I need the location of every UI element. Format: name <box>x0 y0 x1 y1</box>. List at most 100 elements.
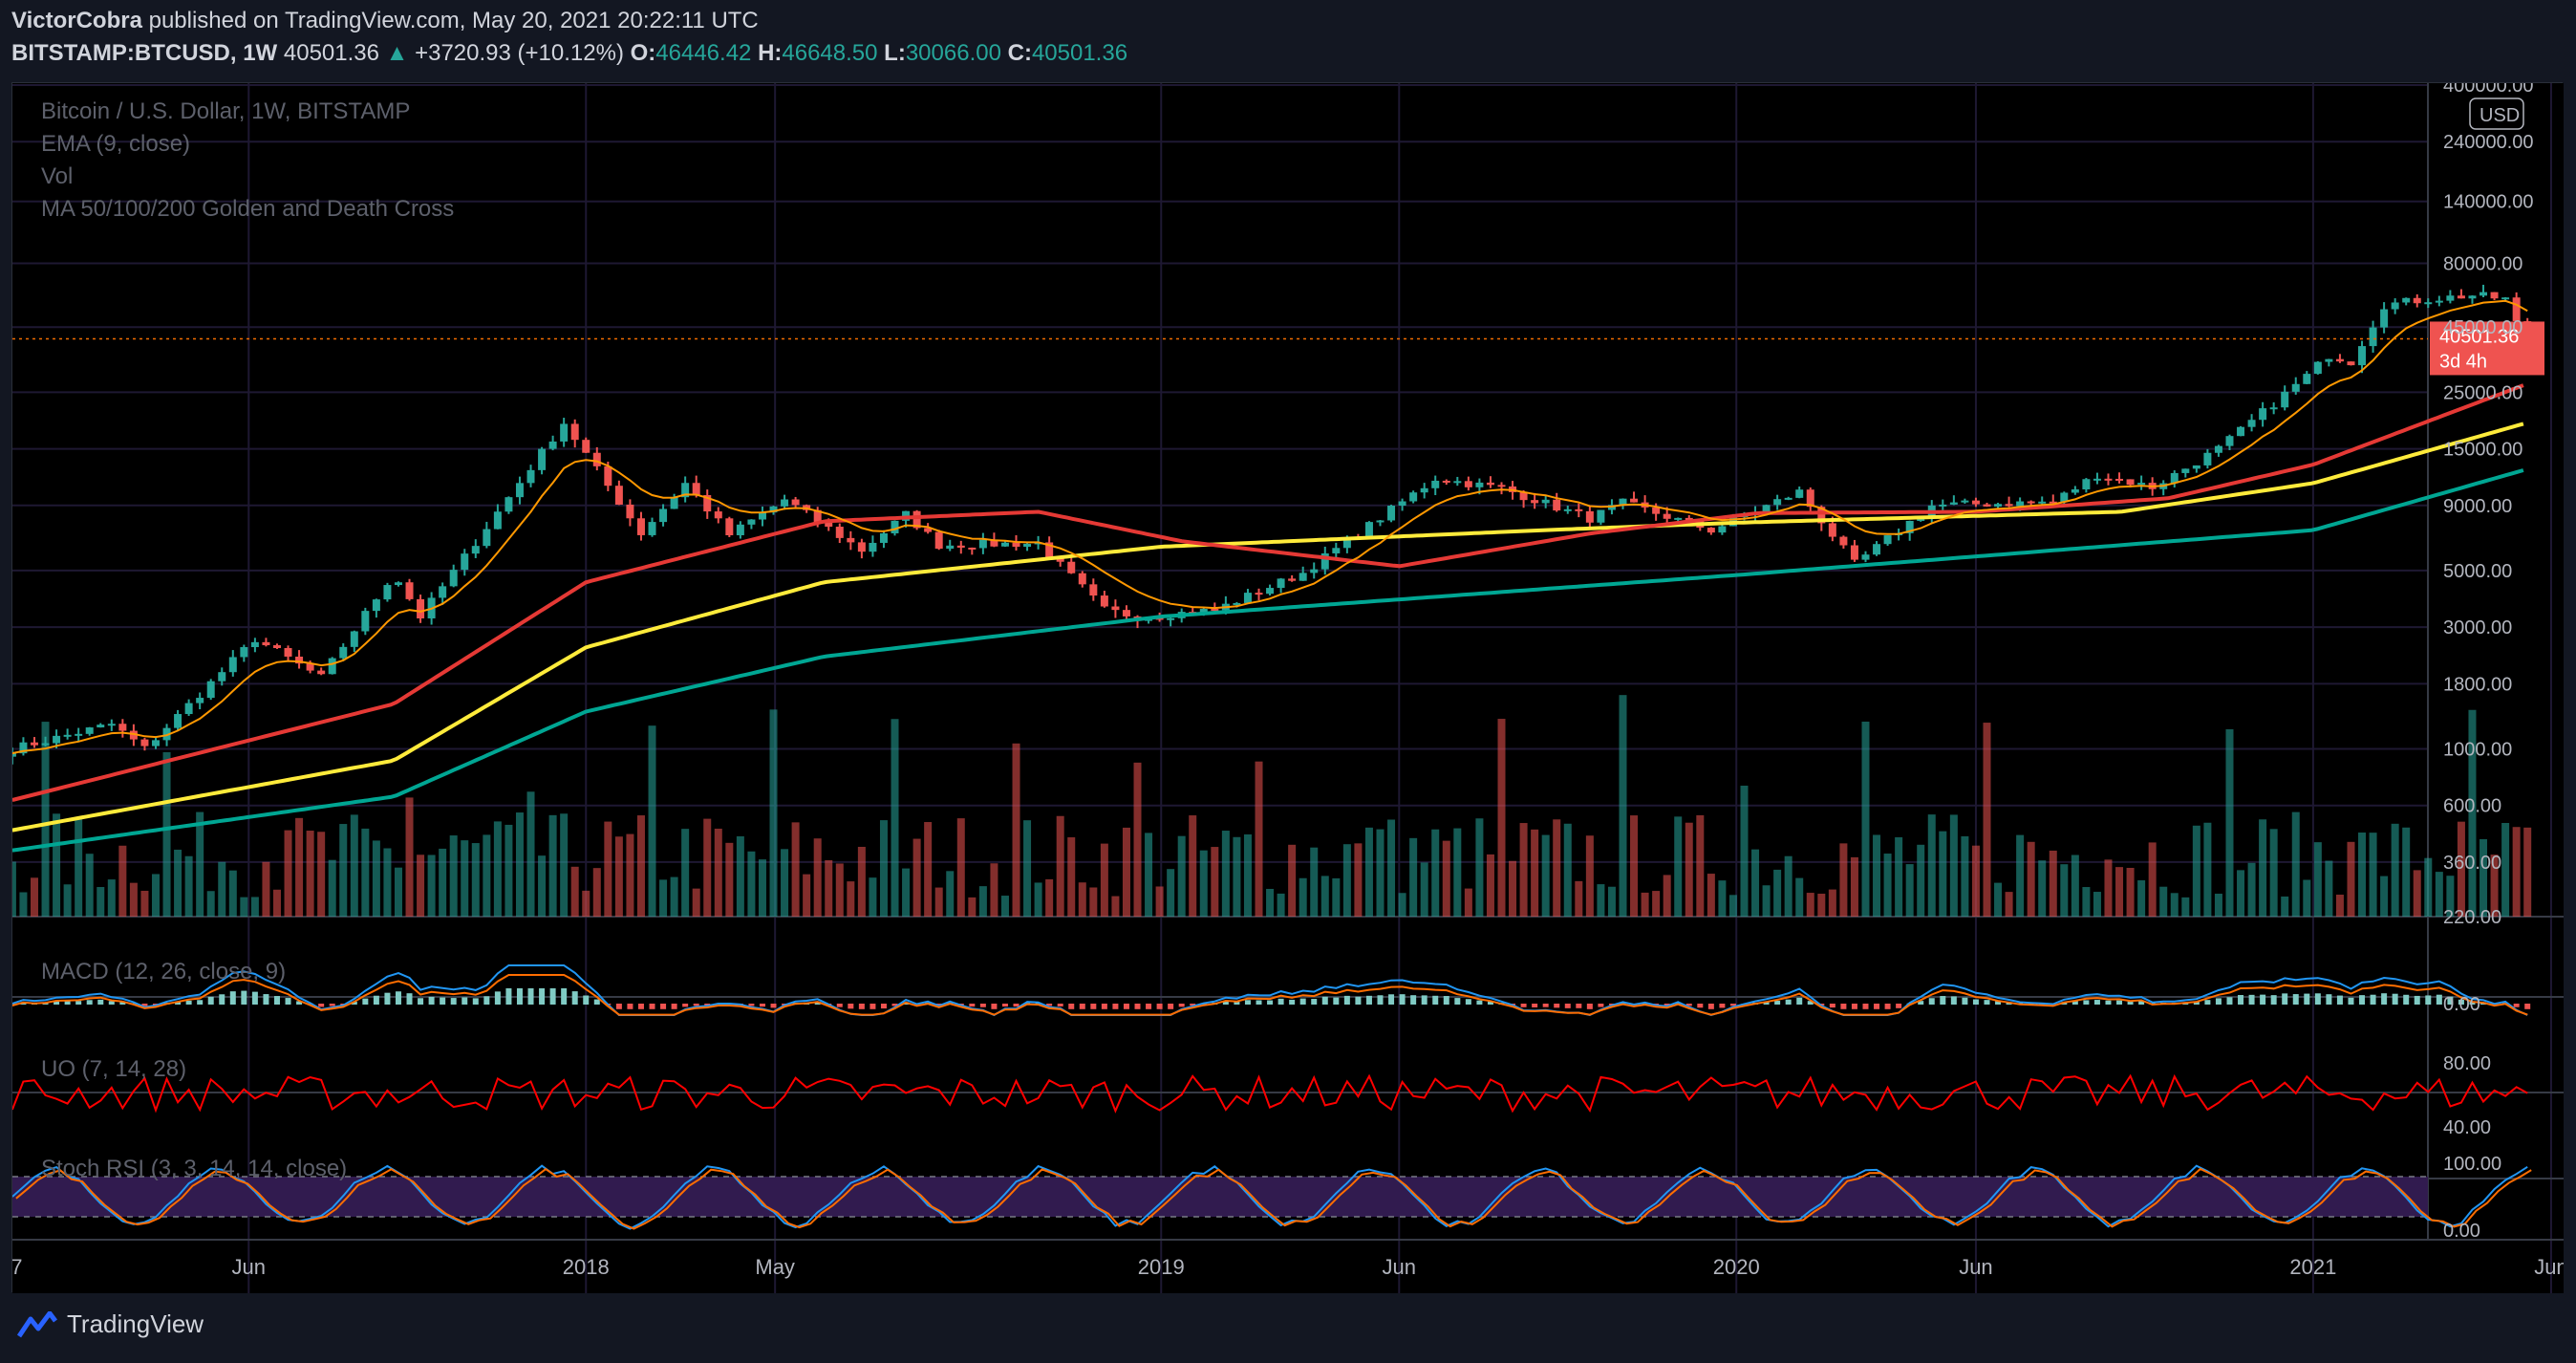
volume-bar <box>2247 862 2256 917</box>
macd-histogram-bar <box>241 990 247 1005</box>
candle-body <box>1553 499 1561 511</box>
volume-bar <box>2170 893 2179 917</box>
stoch-rsi-legend[interactable]: Stoch RSI (3, 3, 14, 14, close) <box>41 1156 347 1182</box>
macd-histogram-bar <box>615 1004 622 1009</box>
candle-body <box>1277 578 1285 589</box>
macd-histogram-bar <box>1057 1004 1063 1006</box>
macd-histogram-bar <box>2381 993 2388 1005</box>
candle-body <box>659 508 668 523</box>
volume-bar <box>2369 833 2377 917</box>
volume-bar <box>2148 842 2157 917</box>
macd-histogram-bar <box>858 1004 865 1009</box>
candle-body <box>284 648 292 657</box>
volume-bar <box>1630 815 1639 917</box>
volume-bar <box>912 838 921 917</box>
candle-body <box>1773 499 1782 506</box>
uo-legend[interactable]: UO (7, 14, 28) <box>41 1056 186 1083</box>
macd-histogram-bar <box>373 995 379 1005</box>
volume-bar <box>2413 870 2421 917</box>
vol-legend[interactable]: Vol <box>41 163 73 190</box>
price-tick-label: 240000.00 <box>2443 132 2534 153</box>
price-tick-label: 220.00 <box>2443 907 2501 928</box>
candle-body <box>1597 509 1605 523</box>
macd-histogram-bar <box>671 1004 677 1009</box>
candle-body <box>2291 383 2300 392</box>
volume-bar <box>946 871 955 917</box>
volume-bar <box>1817 894 1826 917</box>
symbol: BITSTAMP:BTCUSD, 1W <box>11 40 278 66</box>
volume-bar <box>1310 847 1319 917</box>
macd-histogram-bar <box>207 996 214 1005</box>
author[interactable]: VictorCobra <box>11 8 142 33</box>
volume-bar <box>1531 829 1539 917</box>
volume-bar <box>1431 829 1440 917</box>
candle-body <box>2137 483 2146 486</box>
candle-body <box>1531 500 1539 504</box>
volume-bar <box>879 820 888 917</box>
macd-histogram-bar <box>362 998 369 1005</box>
macd-histogram-bar <box>1554 1004 1560 1008</box>
candle-body <box>2501 297 2510 300</box>
volume-bar <box>891 719 899 917</box>
macd-histogram-bar <box>2204 1000 2211 1005</box>
volume-bar <box>1364 827 1373 917</box>
volume-bar <box>2523 827 2532 917</box>
volume-bar <box>1949 814 1958 917</box>
volume-bar <box>1773 869 1782 917</box>
volume-bar <box>1111 896 1120 917</box>
volume-bar <box>2291 811 2300 917</box>
volume-bar <box>53 813 61 917</box>
candle-body <box>714 511 722 519</box>
candle-body <box>1475 482 1484 487</box>
volume-bar <box>1541 834 1550 917</box>
candle-body <box>140 739 149 746</box>
candle-body <box>1994 504 2003 507</box>
candle-body <box>184 703 193 715</box>
candle-body <box>1939 504 1947 507</box>
ma-cross-legend[interactable]: MA 50/100/200 Golden and Death Cross <box>41 196 454 223</box>
candle-body <box>2126 479 2135 486</box>
volume-bar <box>978 886 987 917</box>
macd-histogram-bar <box>527 988 534 1005</box>
volume-bar <box>692 888 700 917</box>
volume-bar <box>2479 838 2488 917</box>
volume-bar <box>1453 828 1462 917</box>
macd-legend[interactable]: MACD (12, 26, close, 9) <box>41 959 286 985</box>
volume-bar <box>1376 829 1385 917</box>
volume-bar <box>1299 877 1307 917</box>
chart-panel[interactable]: 40501.36 3d 4h 400000.00 240000.00 140000.00… <box>11 82 2564 1293</box>
macd-histogram-bar <box>1365 995 1372 1005</box>
ema-legend[interactable]: EMA (9, close) <box>41 131 190 158</box>
candle-body <box>747 519 756 525</box>
volume-bar <box>12 861 16 917</box>
macd-histogram-bar <box>1410 995 1417 1005</box>
macd-histogram-bar <box>505 988 512 1005</box>
candle-body <box>1431 480 1440 488</box>
candle-body <box>835 527 844 538</box>
volume-bar <box>526 791 535 917</box>
chart-canvas[interactable]: 40501.363d 4h400000.00240000.00140000.00… <box>12 83 2564 1293</box>
candle-body <box>2225 436 2234 446</box>
candle-body <box>383 585 392 600</box>
candle-body <box>548 441 557 449</box>
macd-histogram-bar <box>1774 1000 1781 1005</box>
macd-histogram-bar <box>649 1004 655 1009</box>
macd-histogram-bar <box>1465 999 1471 1005</box>
candle-body <box>2402 297 2411 303</box>
candle-body <box>228 657 237 673</box>
volume-bar <box>2325 860 2333 917</box>
close-label: C: <box>1007 40 1032 66</box>
candle-body <box>1122 610 1130 617</box>
brand-name[interactable]: TradingView <box>67 1309 204 1339</box>
macd-histogram-bar <box>2403 994 2410 1005</box>
volume-bar <box>1652 891 1661 917</box>
macd-histogram-bar <box>1355 996 1362 1005</box>
macd-histogram-bar <box>1321 996 1328 1005</box>
candle-body <box>1453 481 1462 484</box>
candle-body <box>968 547 977 550</box>
candle-body <box>636 518 645 535</box>
candle-body <box>53 735 61 744</box>
volume-bar <box>1597 884 1605 917</box>
candle-body <box>1000 542 1009 547</box>
close-value: 40501.36 <box>1031 40 1128 66</box>
